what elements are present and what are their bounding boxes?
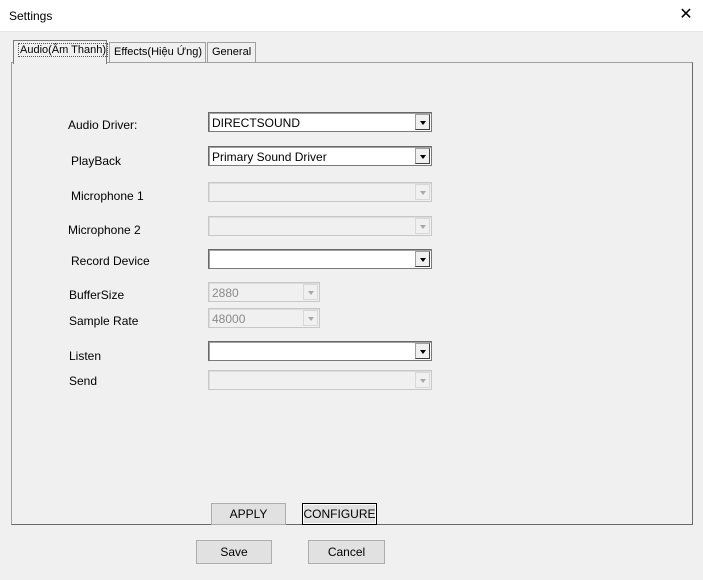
tab-effects-label: Effects(Hiệu Ứng) — [114, 46, 203, 58]
chevron-down-icon[interactable] — [415, 114, 430, 130]
audio-tab-panel: Audio Driver: DIRECTSOUND PlayBack Prima… — [11, 62, 693, 525]
sample-rate-select[interactable]: 48000 — [208, 308, 320, 328]
buffer-size-value: 2880 — [212, 286, 239, 300]
audio-driver-label: Audio Driver: — [68, 118, 138, 132]
save-button[interactable]: Save — [196, 540, 272, 564]
window-title: Settings — [9, 9, 53, 23]
configure-button[interactable]: CONFIGURE — [302, 503, 377, 525]
audio-driver-value: DIRECTSOUND — [212, 116, 301, 130]
record-device-label: Record Device — [71, 254, 150, 268]
chevron-down-icon[interactable] — [415, 343, 430, 359]
audio-driver-select[interactable]: DIRECTSOUND — [208, 112, 432, 132]
chevron-down-icon — [303, 310, 318, 326]
playback-value: Primary Sound Driver — [212, 150, 327, 164]
tab-audio[interactable]: Audio(Âm Thanh) — [13, 40, 109, 64]
close-icon[interactable]: ✕ — [675, 4, 697, 26]
tab-effects[interactable]: Effects(Hiệu Ứng) — [109, 42, 206, 63]
chevron-down-icon — [303, 284, 318, 300]
chevron-down-icon — [415, 372, 430, 388]
listen-label: Listen — [69, 349, 102, 363]
chevron-down-icon[interactable] — [415, 251, 430, 267]
cancel-button[interactable]: Cancel — [308, 540, 385, 564]
sample-rate-label: Sample Rate — [69, 314, 139, 328]
chevron-down-icon[interactable] — [415, 148, 430, 164]
listen-select[interactable] — [208, 341, 432, 361]
tab-general[interactable]: General — [207, 42, 256, 63]
title-bar: Settings ✕ — [0, 0, 703, 32]
microphone2-select[interactable] — [208, 216, 432, 236]
send-label: Send — [69, 374, 98, 388]
microphone2-label: Microphone 2 — [68, 223, 141, 237]
record-device-select[interactable] — [208, 249, 432, 269]
microphone1-label: Microphone 1 — [71, 189, 144, 203]
buffer-size-label: BufferSize — [69, 288, 125, 302]
tab-general-label: General — [212, 46, 252, 58]
apply-button[interactable]: APPLY — [211, 503, 286, 525]
microphone1-select[interactable] — [208, 182, 432, 202]
send-select[interactable] — [208, 370, 432, 390]
playback-select[interactable]: Primary Sound Driver — [208, 146, 432, 166]
tab-audio-label: Audio(Âm Thanh) — [18, 43, 109, 57]
buffer-size-select[interactable]: 2880 — [208, 282, 320, 302]
sample-rate-value: 48000 — [212, 312, 246, 326]
playback-label: PlayBack — [71, 154, 122, 168]
chevron-down-icon — [415, 218, 430, 234]
chevron-down-icon — [415, 184, 430, 200]
